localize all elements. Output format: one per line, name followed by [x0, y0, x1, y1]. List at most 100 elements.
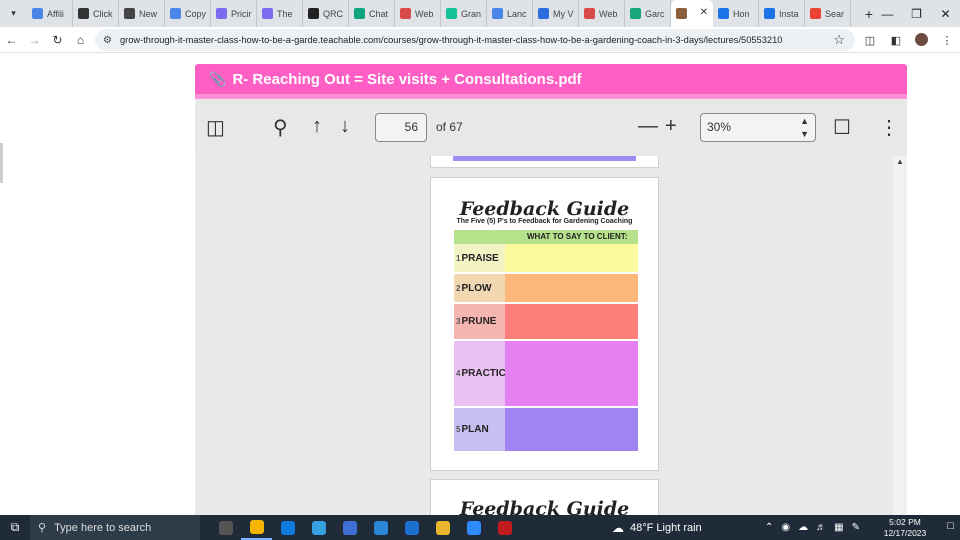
extensions-icon[interactable]: ◫	[857, 27, 883, 53]
browser-tab[interactable]: Gran	[441, 0, 487, 27]
close-window-button[interactable]: ✕	[931, 0, 960, 27]
browser-tab[interactable]: Pricir	[211, 0, 257, 27]
weather-widget[interactable]: ☁ 48°F Light rain	[612, 515, 702, 540]
taskbar-app-icon[interactable]	[458, 515, 489, 540]
browser-tab[interactable]: My V	[533, 0, 579, 27]
browser-tab[interactable]: The	[257, 0, 303, 27]
tab-label: Web	[415, 8, 434, 19]
table-row: 3 PRUNE	[454, 304, 638, 341]
bookmark-icon[interactable]: ☐	[833, 115, 851, 140]
tab-favicon-icon	[354, 8, 365, 19]
previous-page-icon[interactable]: ↑	[312, 115, 322, 138]
app-tray-icon[interactable]: ▦	[834, 522, 843, 533]
maximize-button[interactable]: ❐	[902, 0, 931, 27]
taskbar-app-icon[interactable]	[334, 515, 365, 540]
notifications-icon[interactable]: □	[947, 520, 954, 532]
tab-favicon-icon	[718, 8, 729, 19]
browser-actions: ◫ ◧ ⋮	[857, 27, 960, 53]
tab-active[interactable]: ✕	[671, 0, 713, 27]
row-label-cell: 1 PRAISE	[454, 244, 505, 272]
browser-menu-icon[interactable]: ⋮	[934, 27, 960, 53]
volume-icon[interactable]: ♬	[816, 522, 826, 533]
tray-chevron-icon[interactable]: ⌃	[765, 522, 773, 533]
header-label-cell	[454, 230, 505, 244]
more-options-icon[interactable]: ⋮	[879, 115, 899, 140]
taskbar-app-icon[interactable]	[272, 515, 303, 540]
tab-favicon-icon	[584, 8, 595, 19]
pen-icon[interactable]: ✎	[852, 522, 860, 533]
cloud-icon[interactable]: ☁	[798, 522, 808, 533]
tab-favicon-icon	[400, 8, 411, 19]
browser-tab[interactable]: Affili	[27, 0, 73, 27]
taskbar-app-icon[interactable]	[241, 515, 272, 540]
tab-favicon-icon	[170, 8, 181, 19]
taskbar-search[interactable]: ⚲ Type here to search	[30, 515, 200, 540]
feedback-table: WHAT TO SAY TO CLIENT: 1 PRAISE 2 PLOW 3 PRUN…	[454, 230, 638, 453]
close-tab-icon[interactable]: ✕	[700, 7, 708, 18]
browser-tab[interactable]: Garc	[625, 0, 671, 27]
back-button[interactable]: ←	[0, 27, 23, 53]
tab-label: Web	[599, 8, 618, 19]
tab-label: Insta	[779, 8, 799, 19]
taskbar-app-icon[interactable]	[396, 515, 427, 540]
pdf-canvas[interactable]: Feedback Guide The Five (5) P's to Feedb…	[195, 156, 907, 524]
browser-tab[interactable]: QRC	[303, 0, 349, 27]
tab-label: Gran	[461, 8, 482, 19]
browser-tab[interactable]: Sear	[805, 0, 851, 27]
scroll-up-icon[interactable]: ▲	[893, 156, 907, 168]
browser-tab[interactable]: Copy	[165, 0, 211, 27]
reload-button[interactable]: ↻	[46, 27, 69, 53]
browser-tab[interactable]: Insta	[759, 0, 805, 27]
browser-tab[interactable]: Click	[73, 0, 119, 27]
browser-tab[interactable]: Lanc	[487, 0, 533, 27]
taskbar-app-icon[interactable]	[365, 515, 396, 540]
tab-search-chevron-icon[interactable]: ▾	[0, 0, 27, 27]
profile-avatar[interactable]	[915, 33, 928, 46]
home-button[interactable]: ⌂	[69, 27, 92, 53]
taskbar-app-icon[interactable]	[489, 515, 520, 540]
system-tray: ⌃ ◉ ☁ ♬ ▦ ✎	[765, 515, 868, 540]
browser-tab[interactable]: Web	[395, 0, 441, 27]
search-icon: ⚲	[38, 522, 47, 534]
pdf-scrollbar[interactable]: ▲	[893, 156, 907, 524]
table-body: 1 PRAISE 2 PLOW 3 PRUNE 4 PRACTICE 5 PLAN	[454, 244, 638, 453]
previous-page-sheet	[430, 156, 659, 168]
network-icon[interactable]: ◉	[781, 522, 790, 533]
taskbar-app-icon[interactable]	[427, 515, 458, 540]
page-content: 📎 R- Reaching Out = Site visits + Consul…	[0, 53, 960, 524]
side-panel-icon[interactable]: ◧	[883, 27, 909, 53]
rain-cloud-icon: ☁	[612, 520, 624, 535]
system-clock[interactable]: 5:02 PM 12/17/2023	[880, 517, 930, 539]
tab-favicon-icon	[32, 8, 43, 19]
bookmark-star-icon[interactable]: ☆	[833, 32, 845, 48]
taskbar-app-icon[interactable]	[303, 515, 334, 540]
weather-text: 48°F Light rain	[630, 521, 702, 534]
minimize-button[interactable]: —	[873, 0, 902, 27]
row-value-cell	[505, 304, 638, 339]
start-button[interactable]: ⧉	[0, 515, 30, 540]
browser-tab[interactable]: Hon	[713, 0, 759, 27]
row-label-cell: 5 PLAN	[454, 408, 505, 451]
tab-favicon-icon	[262, 8, 273, 19]
next-page-icon[interactable]: ↓	[340, 115, 350, 138]
forward-button[interactable]: →	[23, 27, 46, 53]
page-number-input[interactable]: 56	[375, 113, 427, 142]
zoom-select[interactable]: 30% ▲ ▼	[700, 113, 816, 142]
browser-tab[interactable]: Chat	[349, 0, 395, 27]
url-text[interactable]: grow-through-it-master-class-how-to-be-a…	[120, 35, 782, 45]
tab-label: New	[139, 8, 158, 19]
tab-label: Click	[93, 8, 113, 19]
row-value-cell	[505, 274, 638, 302]
address-bar[interactable]: ⚙ grow-through-it-master-class-how-to-be…	[95, 29, 855, 51]
browser-tab[interactable]: New	[119, 0, 165, 27]
zoom-out-icon[interactable]: —	[638, 115, 658, 138]
browser-tab[interactable]: Web	[579, 0, 625, 27]
search-icon[interactable]: ⚲	[273, 115, 288, 140]
tab-favicon-icon	[124, 8, 135, 19]
taskbar-app-icon[interactable]	[210, 515, 241, 540]
site-info-icon[interactable]: ⚙	[103, 35, 112, 46]
tab-list: Affili Click New Copy Pricir The QRC Chat Web Gra…	[27, 0, 851, 27]
row-label: PLAN	[461, 424, 489, 435]
sidebar-toggle-icon[interactable]: ◫	[206, 115, 225, 140]
zoom-in-icon[interactable]: +	[665, 115, 677, 138]
